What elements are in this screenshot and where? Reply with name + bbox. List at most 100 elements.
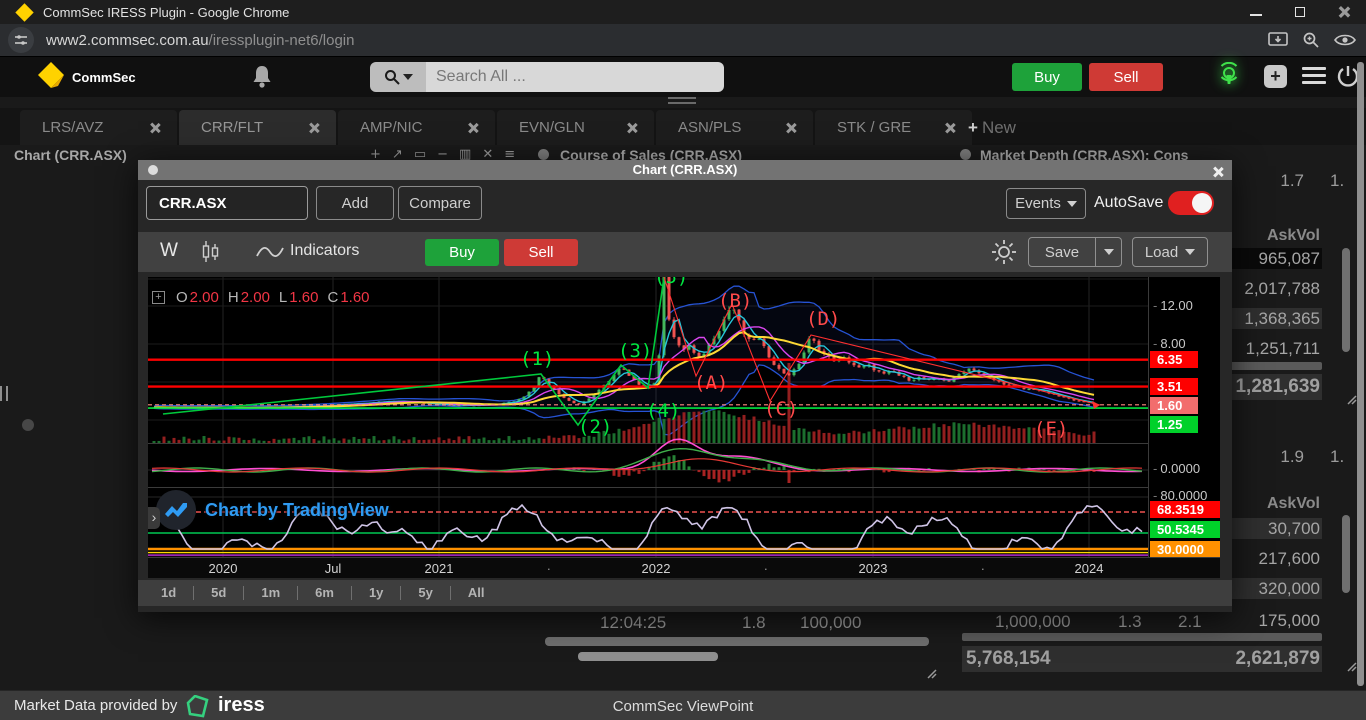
footer: Market Data provided by iress CommSec Vi… — [0, 690, 1366, 720]
depth-scrollbar[interactable] — [1342, 515, 1350, 593]
interval-button[interactable]: W — [160, 240, 178, 262]
tab-evn-gln[interactable]: EVN/GLN — [497, 110, 654, 145]
chart-area[interactable]: (1)(2)(3)(4)(5)(A)(B)(C)(D)(E) -12.00-8.… — [148, 277, 1220, 557]
header-buy-button[interactable]: Buy — [1012, 63, 1082, 91]
live-alert-icon[interactable] — [1216, 62, 1242, 92]
cos-hscrollbar[interactable] — [545, 637, 929, 646]
range-6m[interactable]: 6m — [298, 586, 352, 600]
add-button[interactable]: Add — [316, 186, 394, 220]
depth-scrollbar[interactable] — [1342, 248, 1350, 352]
page-scrollbar[interactable] — [1357, 62, 1364, 686]
time-axis[interactable]: 2020Jul2021202220232024... — [148, 557, 1220, 578]
search-scope-button[interactable] — [370, 62, 426, 92]
collapse-panel-icon[interactable]: › — [148, 507, 160, 529]
maximize-icon — [1295, 7, 1305, 17]
range-all[interactable]: All — [451, 586, 502, 600]
candlestick-style-icon[interactable] — [198, 240, 222, 264]
range-1m[interactable]: 1m — [244, 586, 298, 600]
drag-handle[interactable] — [668, 97, 696, 107]
tradingview-logo-icon — [156, 490, 196, 530]
wave-label: (3) — [618, 340, 652, 362]
zoom-icon[interactable] — [1302, 31, 1320, 49]
close-tab-icon[interactable] — [467, 122, 479, 134]
maximize-button[interactable] — [1278, 0, 1322, 24]
resize-handle-icon[interactable] — [1345, 660, 1357, 672]
price-badge: 30.0000 — [1150, 541, 1220, 557]
resize-handle-icon[interactable] — [925, 667, 937, 679]
tab-label: ASN/PLS — [678, 119, 741, 136]
time-axis-dot: . — [547, 558, 551, 573]
save-options-button[interactable] — [1096, 237, 1122, 267]
viewpoint-label: CommSec ViewPoint — [0, 698, 1366, 715]
chart-buy-button[interactable]: Buy — [425, 239, 499, 266]
add-widget-icon[interactable]: + — [1264, 65, 1287, 88]
tab-stk-gre[interactable]: STK / GRE — [815, 110, 972, 145]
line-style-icon[interactable] — [256, 244, 284, 260]
wave-label: (2) — [578, 416, 612, 438]
close-tab-icon[interactable] — [626, 122, 638, 134]
save-button[interactable]: Save — [1028, 237, 1096, 267]
autosave-toggle[interactable] — [1168, 191, 1214, 215]
tradingview-attribution[interactable]: Chart by TradingView — [156, 490, 389, 530]
address-bar[interactable]: www2.commsec.com.au/iressplugin-net6/log… — [46, 32, 354, 49]
time-axis-label: 2023 — [859, 561, 888, 576]
depth-bidvol-partial: 1,000,000 — [995, 612, 1071, 632]
notifications-bell-icon[interactable] — [252, 65, 272, 89]
wave-label: (E) — [1034, 418, 1068, 440]
indicators-button[interactable]: Indicators — [290, 242, 359, 260]
time-axis-label: Jul — [325, 561, 342, 576]
price-axis[interactable]: -12.00-8.00-0.0000-80.00006.353.511.601.… — [1148, 277, 1220, 557]
menu-icon[interactable] — [1302, 67, 1326, 88]
depth-bid-price: 1.9 — [1258, 447, 1304, 467]
range-1y[interactable]: 1y — [352, 586, 401, 600]
close-tab-icon[interactable] — [785, 122, 797, 134]
time-axis-dot: . — [764, 558, 768, 573]
tab-lrs-avz[interactable]: LRS/AVZ — [20, 110, 177, 145]
chevron-right-icon: › — [152, 509, 157, 525]
range-1d[interactable]: 1d — [144, 586, 194, 600]
close-window-button[interactable] — [1322, 0, 1366, 24]
price-badge: 3.51 — [1150, 378, 1198, 395]
symbol-input[interactable] — [146, 186, 308, 220]
dialog-titlebar[interactable]: Chart (CRR.ASX) — [138, 160, 1232, 180]
url-path: /iressplugin-net6/login — [209, 32, 355, 49]
dialog-close-button[interactable] — [1212, 164, 1224, 184]
install-app-icon[interactable] — [1268, 31, 1288, 49]
browser-window: CommSec IRESS Plugin - Google Chrome www… — [0, 0, 1366, 720]
brand-name: CommSec — [72, 70, 136, 85]
compare-button[interactable]: Compare — [398, 186, 482, 220]
close-tab-icon[interactable] — [308, 122, 320, 134]
left-drag-bars[interactable] — [0, 386, 8, 401]
range-selector: 1d 5d 1m 6m 1y 5y All — [138, 580, 1232, 606]
close-tab-icon[interactable] — [944, 122, 956, 134]
search-icon — [384, 69, 400, 85]
close-tab-icon[interactable] — [149, 122, 161, 134]
gear-icon[interactable] — [991, 239, 1017, 265]
tab-asn-pls[interactable]: ASN/PLS — [656, 110, 813, 145]
chart-sell-button[interactable]: Sell — [504, 239, 578, 266]
workspace: Chart (CRR.ASX) + ↗ ▭ − ▥ ✕ ≡ Course of … — [0, 145, 1366, 690]
site-settings-icon[interactable] — [8, 27, 34, 53]
tab-label: STK / GRE — [837, 119, 911, 136]
resize-handle-icon[interactable] — [1345, 393, 1357, 405]
price-badge: 68.3519 — [1150, 501, 1220, 518]
new-tab-button[interactable]: +New — [968, 118, 1016, 138]
minimize-button[interactable] — [1234, 0, 1278, 24]
price-badge: 1.25 — [1150, 416, 1198, 433]
plus-icon: + — [155, 291, 161, 303]
browser-urlbar: www2.commsec.com.au/iressplugin-net6/log… — [0, 24, 1366, 57]
cos-hscrollbar-thumb[interactable] — [578, 652, 718, 661]
range-5y[interactable]: 5y — [401, 586, 450, 600]
header-sell-button[interactable]: Sell — [1089, 63, 1163, 91]
search-box — [370, 62, 724, 92]
load-button[interactable]: Load — [1132, 237, 1208, 267]
tab-amp-nic[interactable]: AMP/NIC — [338, 110, 495, 145]
events-dropdown[interactable]: Events — [1006, 188, 1086, 219]
search-input[interactable] — [426, 62, 724, 92]
eye-icon[interactable] — [1334, 32, 1356, 48]
range-5d[interactable]: 5d — [194, 586, 244, 600]
cos-price: 1.8 — [742, 613, 766, 633]
legend-expand-icon[interactable]: + — [152, 291, 165, 304]
tab-label: EVN/GLN — [519, 119, 585, 136]
tab-crr-flt[interactable]: CRR/FLT — [179, 110, 336, 145]
